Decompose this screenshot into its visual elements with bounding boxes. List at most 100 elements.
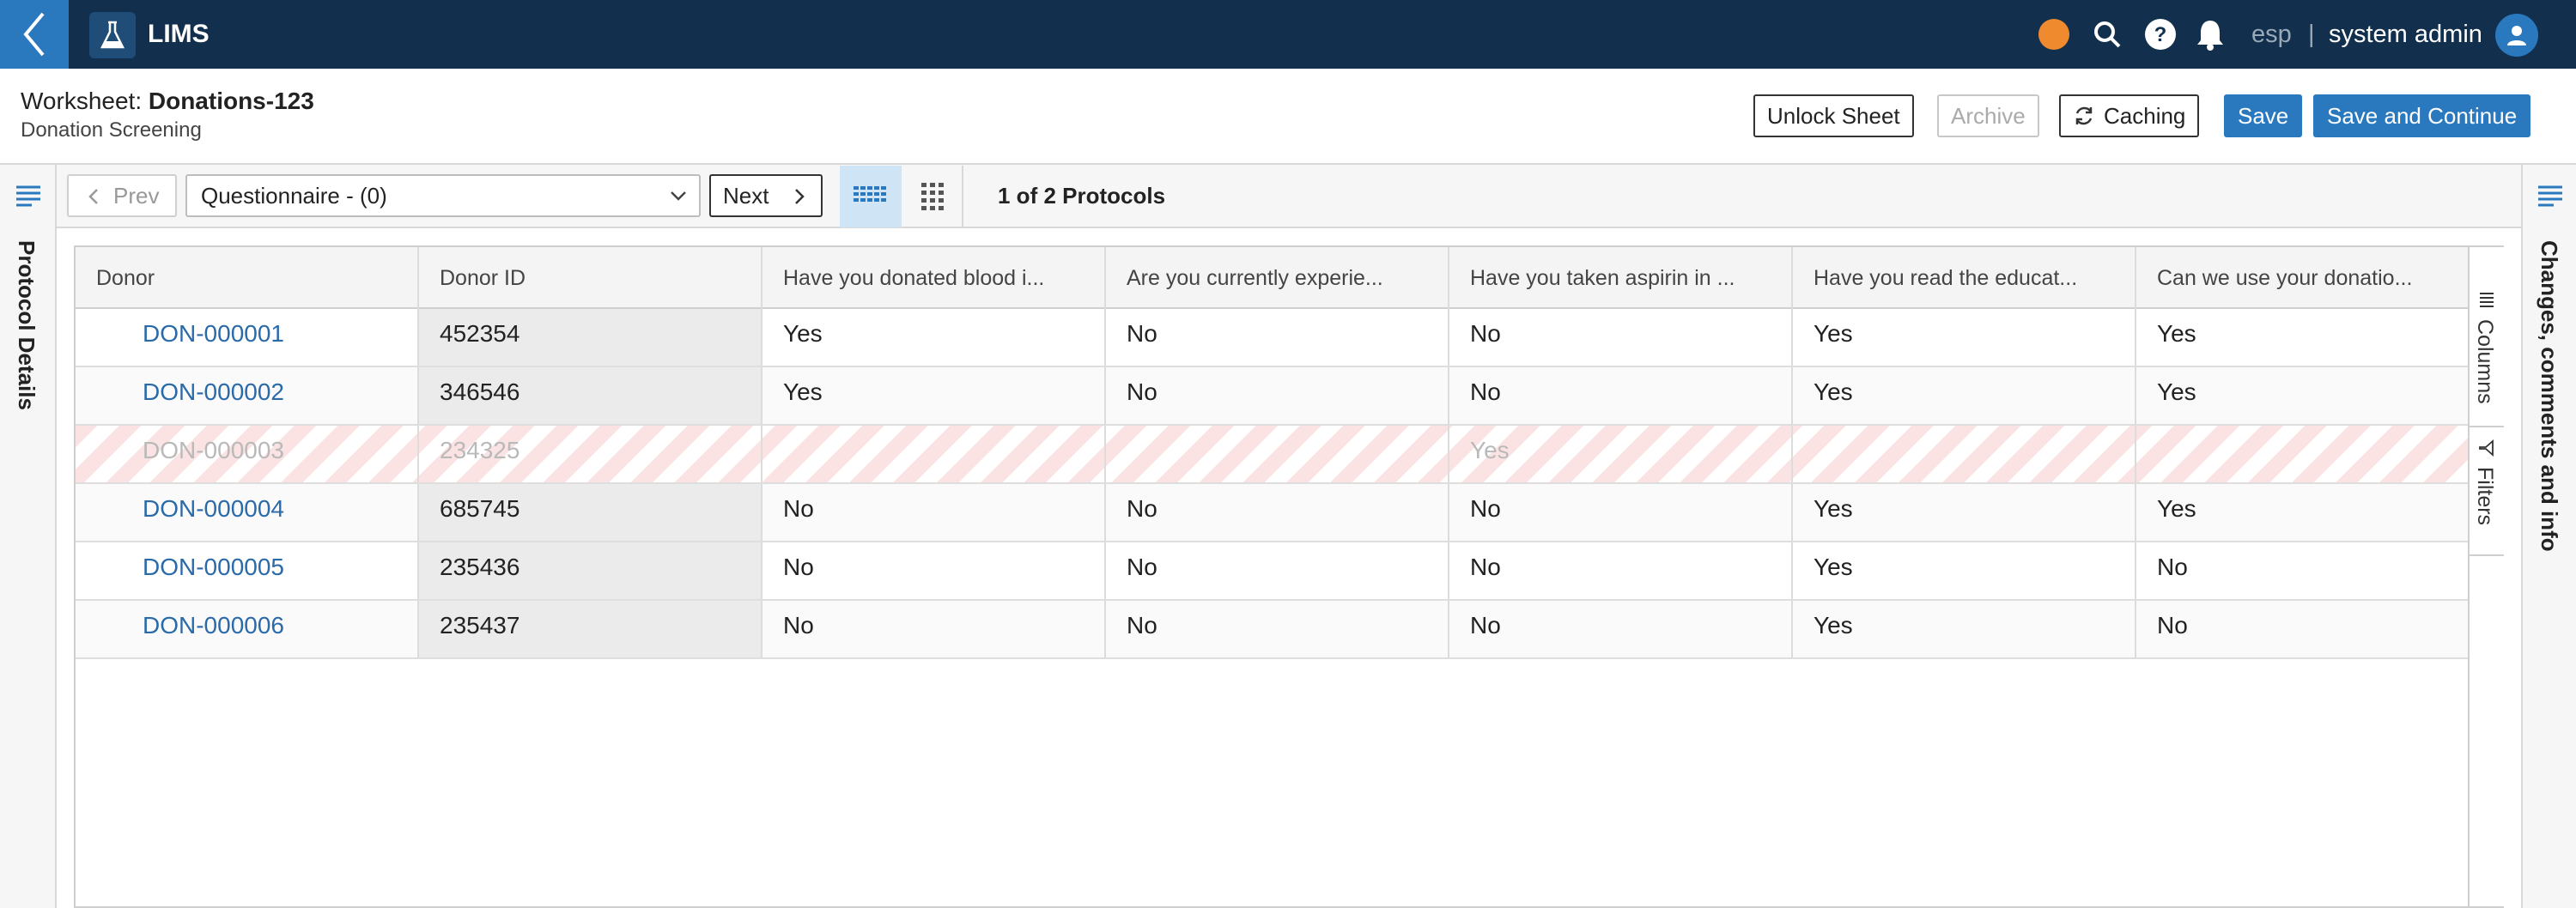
q3-cell[interactable]: No: [1449, 484, 1793, 541]
q4-cell[interactable]: Yes: [1793, 601, 2136, 657]
column-header-q1[interactable]: Have you donated blood i...: [762, 247, 1106, 309]
q3-cell[interactable]: No: [1449, 367, 1793, 424]
caching-label: Caching: [2104, 103, 2186, 129]
donor-link[interactable]: DON-000001: [76, 309, 419, 366]
column-header-q2[interactable]: Are you currently experie...: [1106, 247, 1449, 309]
search-icon: [2094, 21, 2121, 48]
table-row[interactable]: DON-000005 235436 No No No Yes No: [76, 542, 2468, 601]
filters-tab[interactable]: Filters: [2470, 427, 2504, 556]
prev-label: Prev: [113, 183, 160, 209]
list-icon[interactable]: [2535, 180, 2566, 211]
q4-cell[interactable]: Yes: [1793, 309, 2136, 366]
user-name[interactable]: system admin: [2329, 17, 2482, 51]
q1-cell[interactable]: Yes: [762, 367, 1106, 424]
q1-cell[interactable]: No: [762, 542, 1106, 599]
donor-id-cell: 346546: [419, 367, 762, 424]
q3-cell[interactable]: No: [1449, 542, 1793, 599]
q5-cell[interactable]: No: [2136, 542, 2468, 599]
toolbar-divider: [962, 166, 963, 227]
next-label: Next: [723, 183, 769, 209]
donor-id-cell: 452354: [419, 309, 762, 366]
q5-cell[interactable]: Yes: [2136, 309, 2468, 366]
changes-comments-label[interactable]: Changes, comments and info: [2536, 240, 2562, 552]
compact-grid-icon: [921, 183, 944, 210]
column-header-q3[interactable]: Have you taken aspirin in ...: [1449, 247, 1793, 309]
worksheet-grid: Donor Donor ID Have you donated blood i.…: [74, 245, 2504, 908]
table-row[interactable]: DON-000001 452354 Yes No No Yes Yes: [76, 309, 2468, 367]
q5-cell[interactable]: Yes: [2136, 484, 2468, 541]
filter-icon: [2479, 439, 2494, 457]
grid-view-button[interactable]: [840, 166, 902, 227]
app-logo: [89, 12, 136, 58]
worksheet-label: Worksheet:: [21, 88, 149, 114]
filters-tab-label: Filters: [2473, 467, 2497, 526]
avatar[interactable]: [2495, 14, 2538, 57]
grid-side-tabs: Columns Filters: [2468, 247, 2504, 906]
app-name: LIMS: [148, 20, 210, 48]
q3-cell[interactable]: Yes: [1449, 426, 1793, 482]
q4-cell[interactable]: Yes: [1793, 542, 2136, 599]
donor-link[interactable]: DON-000002: [76, 367, 419, 424]
help-icon: ?: [2145, 19, 2176, 50]
save-and-continue-button[interactable]: Save and Continue: [2313, 94, 2531, 137]
column-header-q5[interactable]: Can we use your donatio...: [2136, 247, 2468, 309]
caching-button[interactable]: Caching: [2059, 94, 2200, 137]
q1-cell[interactable]: No: [762, 601, 1106, 657]
protocol-select[interactable]: Questionnaire - (0): [185, 174, 701, 217]
notifications-button[interactable]: [2193, 17, 2227, 51]
back-button[interactable]: [0, 0, 69, 69]
protocol-details-label[interactable]: Protocol Details: [13, 240, 39, 410]
donor-link[interactable]: DON-000004: [76, 484, 419, 541]
donor-link[interactable]: DON-000005: [76, 542, 419, 599]
q1-cell[interactable]: [762, 426, 1106, 482]
status-indicator[interactable]: [2038, 19, 2069, 50]
help-button[interactable]: ?: [2143, 17, 2178, 51]
compact-view-button[interactable]: [902, 166, 963, 227]
list-icon[interactable]: [13, 180, 44, 211]
refresh-icon: [2075, 106, 2093, 125]
q2-cell[interactable]: No: [1106, 601, 1449, 657]
language-selector[interactable]: esp: [2251, 17, 2292, 51]
column-header-donor-id[interactable]: Donor ID: [419, 247, 762, 309]
table-row[interactable]: DON-000002 346546 Yes No No Yes Yes: [76, 367, 2468, 426]
column-header-q4[interactable]: Have you read the educat...: [1793, 247, 2136, 309]
q1-cell[interactable]: No: [762, 484, 1106, 541]
protocol-count: 1 of 2 Protocols: [998, 183, 1166, 209]
chevron-down-icon: [671, 191, 686, 201]
protocol-select-value: Questionnaire - (0): [201, 183, 387, 209]
table-row[interactable]: DON-000004 685745 No No No Yes Yes: [76, 484, 2468, 542]
q3-cell[interactable]: No: [1449, 309, 1793, 366]
search-button[interactable]: [2090, 17, 2124, 51]
column-header-donor[interactable]: Donor: [76, 247, 419, 309]
q5-cell[interactable]: Yes: [2136, 367, 2468, 424]
q2-cell[interactable]: [1106, 426, 1449, 482]
unlock-sheet-button[interactable]: Unlock Sheet: [1753, 94, 1914, 137]
protocol-details-panel: Protocol Details: [0, 165, 57, 908]
save-button[interactable]: Save: [2224, 94, 2303, 137]
q5-cell[interactable]: No: [2136, 601, 2468, 657]
donor-link[interactable]: DON-000006: [76, 601, 419, 657]
page-title: Worksheet: Donations-123: [21, 86, 314, 117]
q4-cell[interactable]: Yes: [1793, 367, 2136, 424]
archive-button[interactable]: Archive: [1937, 94, 2039, 137]
prev-button[interactable]: Prev: [67, 174, 177, 217]
q2-cell[interactable]: No: [1106, 309, 1449, 366]
donor-id-cell: 235436: [419, 542, 762, 599]
grid-header: Donor Donor ID Have you donated blood i.…: [76, 247, 2468, 309]
q2-cell[interactable]: No: [1106, 484, 1449, 541]
next-button[interactable]: Next: [709, 174, 823, 217]
columns-tab[interactable]: Columns: [2470, 281, 2504, 427]
top-navbar: LIMS ? esp | system admin: [0, 0, 2576, 69]
q4-cell[interactable]: [1793, 426, 2136, 482]
svg-text:?: ?: [2154, 23, 2167, 46]
donor-link[interactable]: DON-000003: [76, 426, 419, 482]
q4-cell[interactable]: Yes: [1793, 484, 2136, 541]
columns-icon: [2480, 293, 2494, 307]
table-row[interactable]: DON-000003 234325 Yes: [76, 426, 2468, 484]
q3-cell[interactable]: No: [1449, 601, 1793, 657]
table-row[interactable]: DON-000006 235437 No No No Yes No: [76, 601, 2468, 659]
q2-cell[interactable]: No: [1106, 542, 1449, 599]
q1-cell[interactable]: Yes: [762, 309, 1106, 366]
q5-cell[interactable]: [2136, 426, 2468, 482]
q2-cell[interactable]: No: [1106, 367, 1449, 424]
